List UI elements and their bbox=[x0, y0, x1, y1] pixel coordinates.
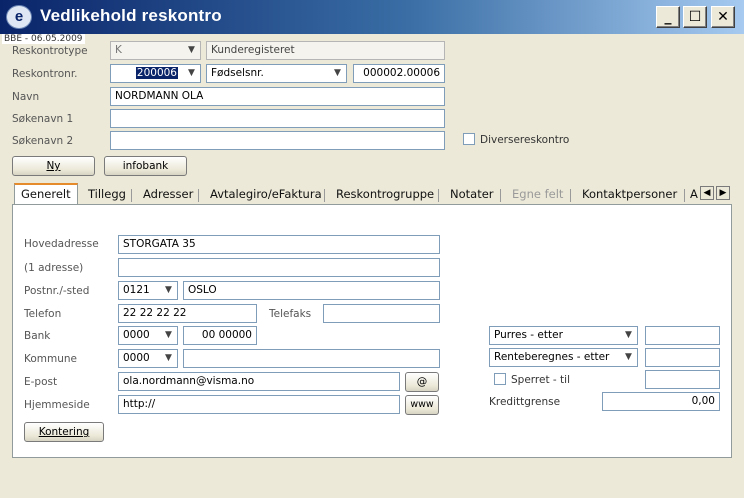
epost-label: E-post bbox=[24, 376, 58, 388]
tab-generelt[interactable]: Generelt bbox=[14, 183, 78, 205]
telefon-label: Telefon bbox=[24, 308, 62, 320]
postnr-select[interactable]: 0121 ▼ bbox=[118, 281, 178, 300]
reskontrotype-select: K ▼ bbox=[110, 41, 201, 60]
adresse1-field[interactable] bbox=[118, 258, 440, 277]
reskontronr-select[interactable]: 200006 ▼ bbox=[110, 64, 201, 83]
diverse-checkbox[interactable] bbox=[463, 133, 475, 145]
reskontrotype-value: K bbox=[115, 44, 122, 56]
rente-select[interactable]: Renteberegnes - etter ▼ bbox=[489, 348, 638, 367]
kunderegister-field: Kunderegisteret bbox=[206, 41, 445, 60]
chevron-down-icon[interactable]: ▼ bbox=[621, 328, 636, 343]
sperret-label: Sperret - til bbox=[511, 374, 571, 386]
kommune-label: Kommune bbox=[24, 353, 78, 365]
adresse1-label: (1 adresse) bbox=[24, 262, 84, 274]
kontering-button-label: Kontering bbox=[38, 426, 90, 438]
tab-separator bbox=[131, 189, 132, 202]
postnr-label: Postnr./-sted bbox=[24, 285, 90, 297]
postnr-value: 0121 bbox=[123, 284, 150, 296]
purres-field[interactable] bbox=[645, 326, 720, 345]
kreditt-field[interactable]: 0,00 bbox=[602, 392, 720, 411]
tab-avtalegiro[interactable]: Avtalegiro/eFaktura bbox=[204, 185, 328, 204]
navn-label: Navn bbox=[12, 91, 40, 103]
hjemmeside-field[interactable]: http:// bbox=[118, 395, 400, 414]
reskontronr-label: Reskontronr. bbox=[12, 68, 78, 80]
sokenavn2-label: Søkenavn 2 bbox=[12, 135, 74, 147]
close-button[interactable]: ✕ bbox=[711, 6, 735, 28]
fodselsnr-field[interactable]: 000002.00006 bbox=[353, 64, 445, 83]
reskontrotype-label: Reskontrotype bbox=[12, 45, 88, 57]
ny-button[interactable]: Ny bbox=[12, 156, 95, 176]
purres-select[interactable]: Purres - etter ▼ bbox=[489, 326, 638, 345]
chevron-down-icon[interactable]: ▼ bbox=[161, 283, 176, 298]
fodselsnr-select[interactable]: Fødselsnr. ▼ bbox=[206, 64, 347, 83]
chevron-down-icon[interactable]: ▼ bbox=[161, 351, 176, 366]
tab-separator bbox=[198, 189, 199, 202]
tab-separator bbox=[570, 189, 571, 202]
send-email-button[interactable]: @ bbox=[405, 372, 439, 392]
poststed-field[interactable]: OSLO bbox=[183, 281, 440, 300]
telefaks-field[interactable] bbox=[323, 304, 440, 323]
kommune-select[interactable]: 0000 ▼ bbox=[118, 349, 178, 368]
tab-kontaktpersoner[interactable]: Kontaktpersoner bbox=[576, 185, 683, 204]
tab-notater[interactable]: Notater bbox=[444, 185, 500, 204]
reskontronr-value: 200006 bbox=[135, 67, 178, 79]
telefaks-label: Telefaks bbox=[269, 308, 312, 320]
tab-adresser[interactable]: Adresser bbox=[137, 185, 199, 204]
hovedadresse-label: Hovedadresse bbox=[24, 238, 99, 250]
ny-button-label: Ny bbox=[46, 160, 61, 172]
tab-separator bbox=[684, 189, 685, 202]
tab-egne-felt: Egne felt bbox=[512, 187, 564, 201]
open-website-button[interactable]: www bbox=[405, 395, 439, 415]
tab-scroll-left-icon[interactable]: ◀ bbox=[700, 186, 714, 200]
telefon-field[interactable]: 22 22 22 22 bbox=[118, 304, 257, 323]
maximize-button[interactable]: ☐ bbox=[683, 6, 707, 28]
tab-separator bbox=[500, 189, 501, 202]
kommune-value: 0000 bbox=[123, 352, 150, 364]
tab-separator bbox=[438, 189, 439, 202]
chevron-down-icon[interactable]: ▼ bbox=[184, 66, 199, 81]
bank-value: 0000 bbox=[123, 329, 150, 341]
kontering-button[interactable]: Kontering bbox=[24, 422, 104, 442]
sokenavn1-label: Søkenavn 1 bbox=[12, 113, 74, 125]
chevron-down-icon[interactable]: ▼ bbox=[621, 350, 636, 365]
version-stamp: BBE - 06.05.2009 bbox=[2, 34, 85, 44]
kommune-name-field[interactable] bbox=[183, 349, 440, 368]
chevron-down-icon: ▼ bbox=[184, 43, 199, 58]
tab-scroll-right-icon[interactable]: ▶ bbox=[716, 186, 730, 200]
sokenavn1-field[interactable] bbox=[110, 109, 445, 128]
hovedadresse-field[interactable]: STORGATA 35 bbox=[118, 235, 440, 254]
kreditt-label: Kredittgrense bbox=[489, 396, 561, 408]
bank-select[interactable]: 0000 ▼ bbox=[118, 326, 178, 345]
epost-field[interactable]: ola.nordmann@visma.no bbox=[118, 372, 400, 391]
diverse-label: Diversereskontro bbox=[480, 134, 570, 146]
fodselsnr-select-value: Fødselsnr. bbox=[211, 67, 264, 79]
tab-tillegg[interactable]: Tillegg bbox=[82, 185, 132, 204]
sokenavn2-field[interactable] bbox=[110, 131, 445, 150]
window-title: Vedlikehold reskontro bbox=[40, 6, 222, 25]
app-icon: e bbox=[6, 5, 32, 29]
hjemmeside-label: Hjemmeside bbox=[24, 399, 90, 411]
sperret-checkbox[interactable] bbox=[494, 373, 506, 385]
infobank-button[interactable]: infobank bbox=[104, 156, 187, 176]
bank-konto-field[interactable]: 00 00000 bbox=[183, 326, 257, 345]
tab-separator bbox=[324, 189, 325, 202]
tab-more[interactable]: A bbox=[688, 185, 700, 204]
rente-select-value: Renteberegnes - etter bbox=[494, 351, 610, 363]
tab-reskontrogruppe[interactable]: Reskontrogruppe bbox=[330, 185, 440, 204]
bank-label: Bank bbox=[24, 330, 51, 342]
sperret-til-field[interactable] bbox=[645, 370, 720, 389]
purres-select-value: Purres - etter bbox=[494, 329, 563, 341]
minimize-button[interactable]: _ bbox=[656, 6, 680, 28]
navn-field[interactable]: NORDMANN OLA bbox=[110, 87, 445, 106]
rente-field[interactable] bbox=[645, 348, 720, 367]
chevron-down-icon[interactable]: ▼ bbox=[330, 66, 345, 81]
chevron-down-icon[interactable]: ▼ bbox=[161, 328, 176, 343]
